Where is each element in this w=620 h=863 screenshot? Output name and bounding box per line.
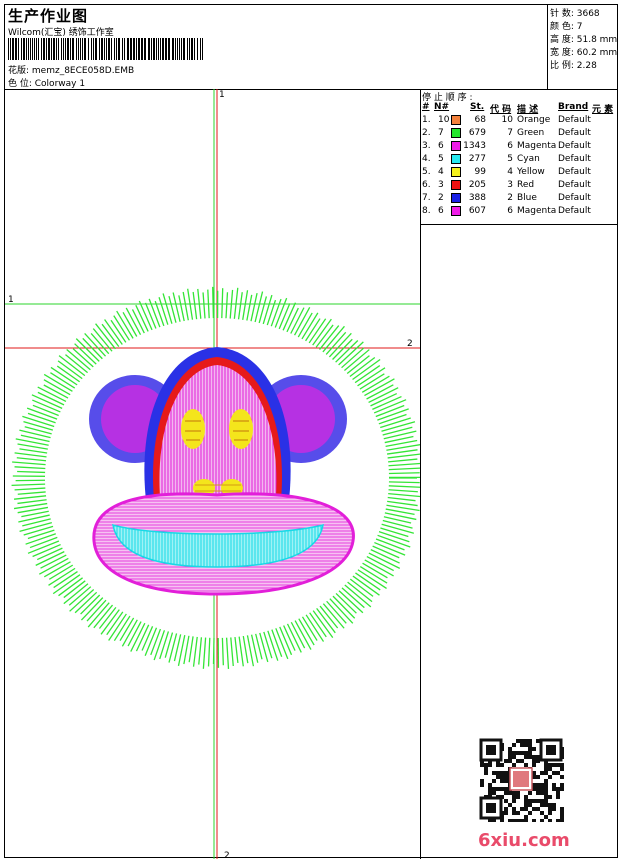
color-swatch: [451, 115, 461, 125]
color-swatch: [451, 206, 461, 216]
marker-right-red: 2: [407, 339, 413, 349]
marker-top: 1: [219, 90, 225, 100]
design-line: 花版: memz_8ECE058D.EMB: [8, 63, 134, 76]
embroidery-preview: 1 2 1 2: [5, 89, 420, 859]
row-description: Green: [517, 128, 544, 138]
row-code: 4: [420, 167, 513, 177]
row-description: Cyan: [517, 154, 540, 164]
row-description: Yellow: [517, 167, 545, 177]
design-height: 高 度: 51.8 mm: [550, 32, 617, 45]
sequence-divider: [420, 224, 617, 225]
row-description: Orange: [517, 115, 550, 125]
stats-panel: 针 数: 3668 颜 色: 7 高 度: 51.8 mm 宽 度: 60.2 …: [547, 5, 618, 90]
row-code: 7: [420, 128, 513, 138]
sequence-row: 3.613436MagentaDefault: [420, 141, 617, 154]
marker-bottom: 2: [224, 851, 230, 859]
sequence-row: 5.4994YellowDefault: [420, 167, 617, 180]
color-swatch: [451, 180, 461, 190]
col-code: 代 码: [490, 102, 511, 115]
col-index: #: [422, 102, 430, 112]
sequence-row: 4.52775CyanDefault: [420, 154, 617, 167]
col-n: N#: [434, 102, 449, 112]
site-watermark: 6xiu.com: [478, 830, 570, 851]
col-stitches: St.: [470, 102, 484, 112]
row-description: Magenta: [517, 141, 556, 151]
row-code: 6: [420, 206, 513, 216]
sequence-row: 1.106810OrangeDefault: [420, 115, 617, 128]
design-ratio: 比 例: 2.28: [550, 58, 597, 71]
qr-code-icon: [478, 738, 564, 822]
design-width: 宽 度: 60.2 mm: [550, 45, 617, 58]
stitch-count: 针 数: 3668: [550, 6, 600, 19]
production-sheet: 生产作业图 Wilcom(汇宝) 绣饰工作室 花版: memz_8ECE058D…: [4, 4, 618, 858]
color-swatch: [451, 128, 461, 138]
color-swatch: [451, 154, 461, 164]
colorway-label: 色 位:: [8, 79, 35, 89]
sequence-row: 8.66076MagentaDefault: [420, 206, 617, 219]
row-description: Red: [517, 180, 534, 190]
row-brand: Default: [558, 180, 591, 190]
sequence-row: 2.76797GreenDefault: [420, 128, 617, 141]
barcode-icon: [8, 38, 206, 60]
row-brand: Default: [558, 167, 591, 177]
color-swatch: [451, 141, 461, 151]
row-brand: Default: [558, 154, 591, 164]
colorway-line: 色 位: Colorway 1: [8, 76, 85, 89]
row-code: 10: [420, 115, 513, 125]
row-code: 6: [420, 141, 513, 151]
colorway-name: Colorway 1: [35, 79, 85, 89]
row-brand: Default: [558, 128, 591, 138]
col-description: 描 述: [517, 102, 538, 115]
row-code: 3: [420, 180, 513, 190]
row-code: 2: [420, 193, 513, 203]
page-title: 生产作业图: [8, 5, 88, 26]
color-count: 颜 色: 7: [550, 19, 582, 32]
row-code: 5: [420, 154, 513, 164]
sequence-row: 7.23882BlueDefault: [420, 193, 617, 206]
row-brand: Default: [558, 141, 591, 151]
row-brand: Default: [558, 193, 591, 203]
color-swatch: [451, 167, 461, 177]
marker-left-green: 1: [8, 295, 14, 305]
row-description: Blue: [517, 193, 537, 203]
row-brand: Default: [558, 206, 591, 216]
row-description: Magenta: [517, 206, 556, 216]
col-brand: Brand: [558, 102, 588, 112]
sequence-row: 6.32053RedDefault: [420, 180, 617, 193]
row-brand: Default: [558, 115, 591, 125]
design-name: memz_8ECE058D.EMB: [32, 66, 134, 76]
col-element: 元 素: [592, 102, 613, 115]
company-name: Wilcom(汇宝) 绣饰工作室: [8, 25, 114, 38]
color-swatch: [451, 193, 461, 203]
header-panel: 生产作业图 Wilcom(汇宝) 绣饰工作室 花版: memz_8ECE058D…: [5, 5, 547, 90]
design-label: 花版:: [8, 66, 32, 76]
design-canvas: 1 2 1 2: [5, 89, 421, 859]
